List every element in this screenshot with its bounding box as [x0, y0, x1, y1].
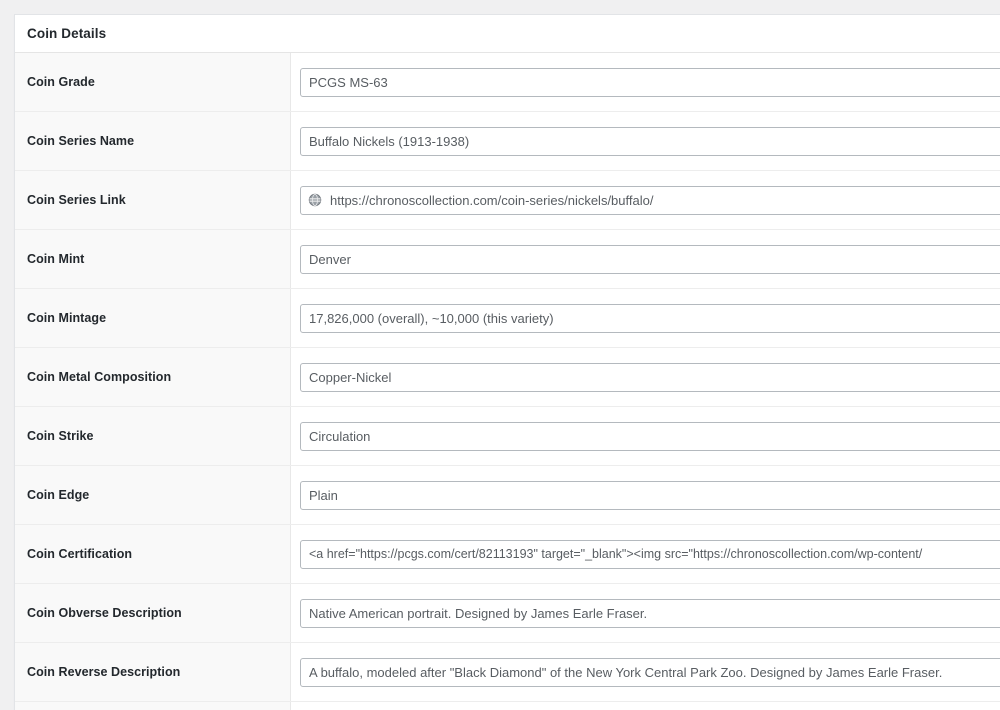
- field-label-cell: Coin Grade: [15, 53, 291, 111]
- coin-certification-input[interactable]: [300, 539, 1000, 569]
- field-value-cell: [291, 407, 1000, 465]
- field-value-cell: [291, 53, 1000, 111]
- field-row: Coin Strike: [15, 407, 1000, 466]
- field-label-coin-mintage: Coin Mintage: [27, 310, 107, 325]
- field-row: Coin Reverse Description: [15, 643, 1000, 702]
- field-row: Coin Grade: [15, 53, 1000, 112]
- field-row: Coin Certification: [15, 525, 1000, 584]
- page-title: Coin Details: [27, 25, 107, 41]
- coin-metal-composition-input[interactable]: [300, 362, 1000, 392]
- field-label-coin-strike: Coin Strike: [27, 428, 94, 443]
- field-label-cell: Coin Obverse Description: [15, 584, 291, 642]
- field-value-cell: [291, 466, 1000, 524]
- field-label-cell: Coin Metal Composition: [15, 348, 291, 406]
- field-label-cell: Coin Mint: [15, 230, 291, 288]
- field-value-cell: [291, 702, 1000, 710]
- field-row: Coin Obverse Description: [15, 584, 1000, 643]
- coin-details-field-list: Coin Grade Coin Series Name Coin Series Li…: [15, 53, 1000, 710]
- field-value-cell: [291, 584, 1000, 642]
- field-value-cell: [291, 171, 1000, 229]
- coin-details-metabox: Coin Details Coin GradeCoin Series NameC…: [14, 14, 1000, 710]
- field-label-cell: Coin Strike: [15, 407, 291, 465]
- page-root: Coin Details Coin GradeCoin Series NameC…: [0, 0, 1000, 710]
- url-input-wrapper: [300, 185, 1000, 215]
- field-row: Coin Mint: [15, 230, 1000, 289]
- field-label-coin-grade: Coin Grade: [27, 74, 95, 89]
- field-label-cell: Coin Mintage: [15, 289, 291, 347]
- field-value-cell: [291, 348, 1000, 406]
- coin-edge-input[interactable]: [300, 480, 1000, 510]
- coin-reverse-description-input[interactable]: [300, 657, 1000, 687]
- field-label-cell: Coin Series Name: [15, 112, 291, 170]
- field-row: Coin Edge: [15, 466, 1000, 525]
- field-label-coin-mint: Coin Mint: [27, 251, 85, 266]
- field-row: Coin Metal Composition: [15, 348, 1000, 407]
- coin-mint-input[interactable]: [300, 244, 1000, 274]
- field-value-cell: [291, 230, 1000, 288]
- coin-obverse-description-input[interactable]: [300, 598, 1000, 628]
- field-row: Coin Series Link: [15, 171, 1000, 230]
- field-row: [15, 702, 1000, 710]
- coin-grade-input[interactable]: [300, 67, 1000, 97]
- field-label-coin-series-name: Coin Series Name: [27, 133, 135, 148]
- field-label-coin-obverse-description: Coin Obverse Description: [27, 605, 182, 620]
- field-label-cell: Coin Series Link: [15, 171, 291, 229]
- field-label-cell: [15, 702, 291, 710]
- field-label-coin-series-link: Coin Series Link: [27, 192, 126, 207]
- coin-series-name-input[interactable]: [300, 126, 1000, 156]
- field-label-coin-edge: Coin Edge: [27, 487, 90, 502]
- field-label-cell: Coin Reverse Description: [15, 643, 291, 701]
- field-label-coin-reverse-description: Coin Reverse Description: [27, 664, 181, 679]
- field-value-cell: [291, 643, 1000, 701]
- field-label-coin-metal-composition: Coin Metal Composition: [27, 369, 172, 384]
- coin-mintage-input[interactable]: [300, 303, 1000, 333]
- field-label-cell: Coin Certification: [15, 525, 291, 583]
- coin-strike-input[interactable]: [300, 421, 1000, 451]
- field-label-cell: Coin Edge: [15, 466, 291, 524]
- field-value-cell: [291, 525, 1000, 583]
- field-row: Coin Mintage: [15, 289, 1000, 348]
- coin-series-link-input[interactable]: [300, 185, 1000, 215]
- field-value-cell: [291, 112, 1000, 170]
- field-value-cell: [291, 289, 1000, 347]
- field-label-coin-certification: Coin Certification: [27, 546, 133, 561]
- field-row: Coin Series Name: [15, 112, 1000, 171]
- metabox-header: Coin Details: [15, 15, 1000, 53]
